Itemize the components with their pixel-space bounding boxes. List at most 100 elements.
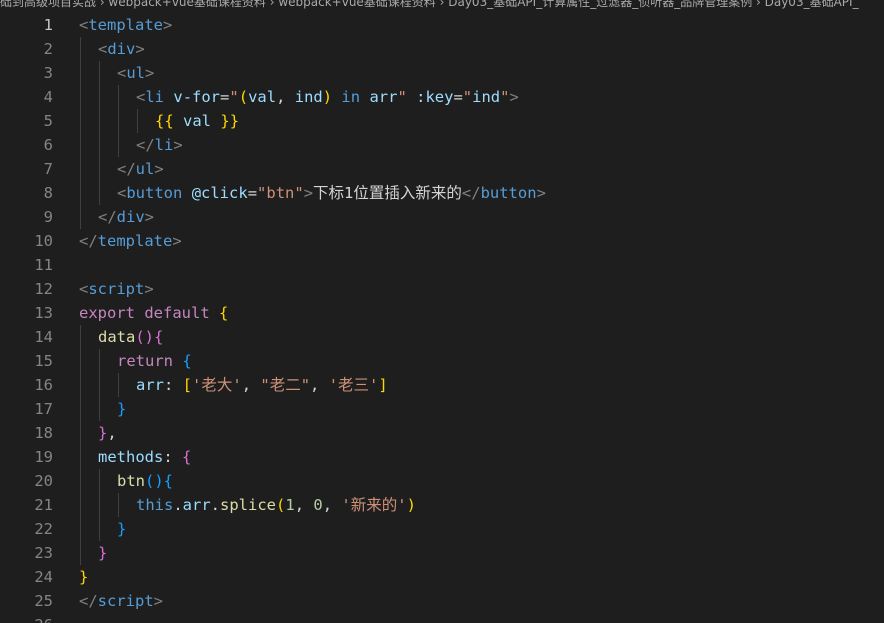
code-line[interactable]: 6 </li>	[0, 133, 884, 157]
code-line[interactable]: 20 btn(){	[0, 469, 884, 493]
code-token: ul	[135, 160, 155, 178]
code-token: >	[303, 184, 314, 202]
code-token: (	[238, 88, 249, 106]
code-token: =	[220, 88, 230, 106]
code-token: "btn"	[257, 184, 304, 202]
code-token: li	[145, 88, 165, 106]
indent-guide	[80, 445, 81, 469]
code-token: >	[153, 592, 164, 610]
code-content: </ul>	[117, 157, 164, 181]
code-area[interactable]: 1 <template> 2 <div> 3 <ul> 4 <li v-for="(val, …	[0, 13, 884, 623]
line-number: 2	[43, 40, 53, 58]
code-token: </	[98, 208, 117, 226]
code-token: this	[136, 496, 174, 514]
code-token: {	[182, 352, 192, 370]
code-token: <	[98, 40, 108, 58]
code-line[interactable]: 25 </script>	[0, 589, 884, 613]
code-token: 1	[285, 496, 295, 514]
indent-guide	[118, 85, 119, 109]
indent-guide	[118, 109, 119, 133]
code-line[interactable]: 22}	[0, 517, 884, 541]
code-token: >	[173, 136, 183, 154]
code-line[interactable]: 1 <template>	[0, 13, 884, 37]
code-token: ,	[310, 376, 329, 394]
code-line[interactable]: 4 <li v-for="(val, ind) in arr" :key="ind…	[0, 85, 884, 109]
line-number: 22	[34, 520, 53, 538]
code-content: this.arr.splice(1, 0, '新来的')	[136, 493, 416, 517]
breadcrumb[interactable]: 础到高级项目实战 › webpack+vue基础课程资料 › webpack+v…	[0, 0, 884, 9]
code-token: [	[182, 376, 193, 394]
code-line[interactable]: 18},	[0, 421, 884, 445]
code-line[interactable]: 13 export default {	[0, 301, 884, 325]
code-token: )	[322, 88, 333, 106]
code-content: <template>	[79, 13, 172, 37]
code-line[interactable]: 14 data(){	[0, 325, 884, 349]
code-line[interactable]: 23}	[0, 541, 884, 565]
code-line[interactable]: 9 </div>	[0, 205, 884, 229]
line-number: 13	[34, 304, 53, 322]
code-token: )	[406, 496, 416, 514]
code-token: <	[79, 16, 89, 34]
code-line[interactable]: 26	[0, 613, 884, 623]
code-token: ()	[145, 472, 164, 490]
code-token: splice	[220, 496, 277, 514]
code-token: </	[79, 592, 98, 610]
indent-guide	[99, 397, 100, 421]
code-line[interactable]: 21 this.arr.splice(1, 0, '新来的')	[0, 493, 884, 517]
code-line[interactable]: 15 return {	[0, 349, 884, 373]
code-token: >	[135, 40, 145, 58]
code-token: '老三'	[328, 376, 379, 394]
code-token: </	[136, 136, 155, 154]
code-line[interactable]: 5 {{ val }}	[0, 109, 884, 133]
code-token: }	[117, 400, 127, 418]
code-token: button	[480, 184, 537, 202]
code-content: arr: ['老大', "老二", '老三']	[136, 373, 388, 397]
code-line[interactable]: 2 <div>	[0, 37, 884, 61]
code-token: val	[183, 112, 212, 130]
indent-guide	[80, 397, 81, 421]
indent-guide	[80, 421, 81, 445]
code-line[interactable]: 7 </ul>	[0, 157, 884, 181]
code-token: <	[117, 184, 127, 202]
code-line[interactable]: 11	[0, 253, 884, 277]
code-token: .	[173, 496, 183, 514]
code-line[interactable]: 8 <button @click="btn">下标1位置插入新来的</button…	[0, 181, 884, 205]
code-content: },	[98, 421, 117, 445]
code-content: }	[79, 565, 88, 589]
code-line[interactable]: 16 arr: ['老大', "老二", '老三']	[0, 373, 884, 397]
code-line[interactable]: 17}	[0, 397, 884, 421]
line-number: 19	[34, 448, 53, 466]
indent-guide	[80, 157, 81, 181]
code-token: template	[97, 232, 173, 250]
code-token: }	[98, 544, 108, 562]
code-token: arr	[369, 88, 398, 106]
code-token: <	[136, 88, 146, 106]
code-line[interactable]: 19 methods: {	[0, 445, 884, 469]
code-line[interactable]: 10 </template>	[0, 229, 884, 253]
code-content: btn(){	[117, 469, 173, 493]
code-token: script	[97, 592, 154, 610]
code-line[interactable]: 12 <script>	[0, 277, 884, 301]
code-token: >	[144, 280, 154, 298]
code-editor[interactable]: 础到高级项目实战 › webpack+vue基础课程资料 › webpack+v…	[0, 0, 884, 623]
indent-guide	[118, 133, 119, 157]
code-line[interactable]: 24}	[0, 565, 884, 589]
code-content: }	[117, 397, 126, 421]
code-line[interactable]: 3 <ul>	[0, 61, 884, 85]
code-content: <button @click="btn">下标1位置插入新来的</button>	[117, 181, 546, 205]
code-token: ,	[241, 376, 261, 394]
indent-guide	[118, 373, 119, 397]
code-token: >	[509, 88, 519, 106]
code-token: div	[107, 40, 136, 58]
line-number: 14	[34, 328, 53, 346]
line-number: 9	[43, 208, 53, 226]
code-token: {	[163, 472, 174, 490]
line-number: 25	[34, 592, 53, 610]
code-token: "	[229, 88, 239, 106]
code-token: ind	[472, 88, 501, 106]
indent-guide	[80, 85, 81, 109]
indent-guide	[99, 109, 100, 133]
